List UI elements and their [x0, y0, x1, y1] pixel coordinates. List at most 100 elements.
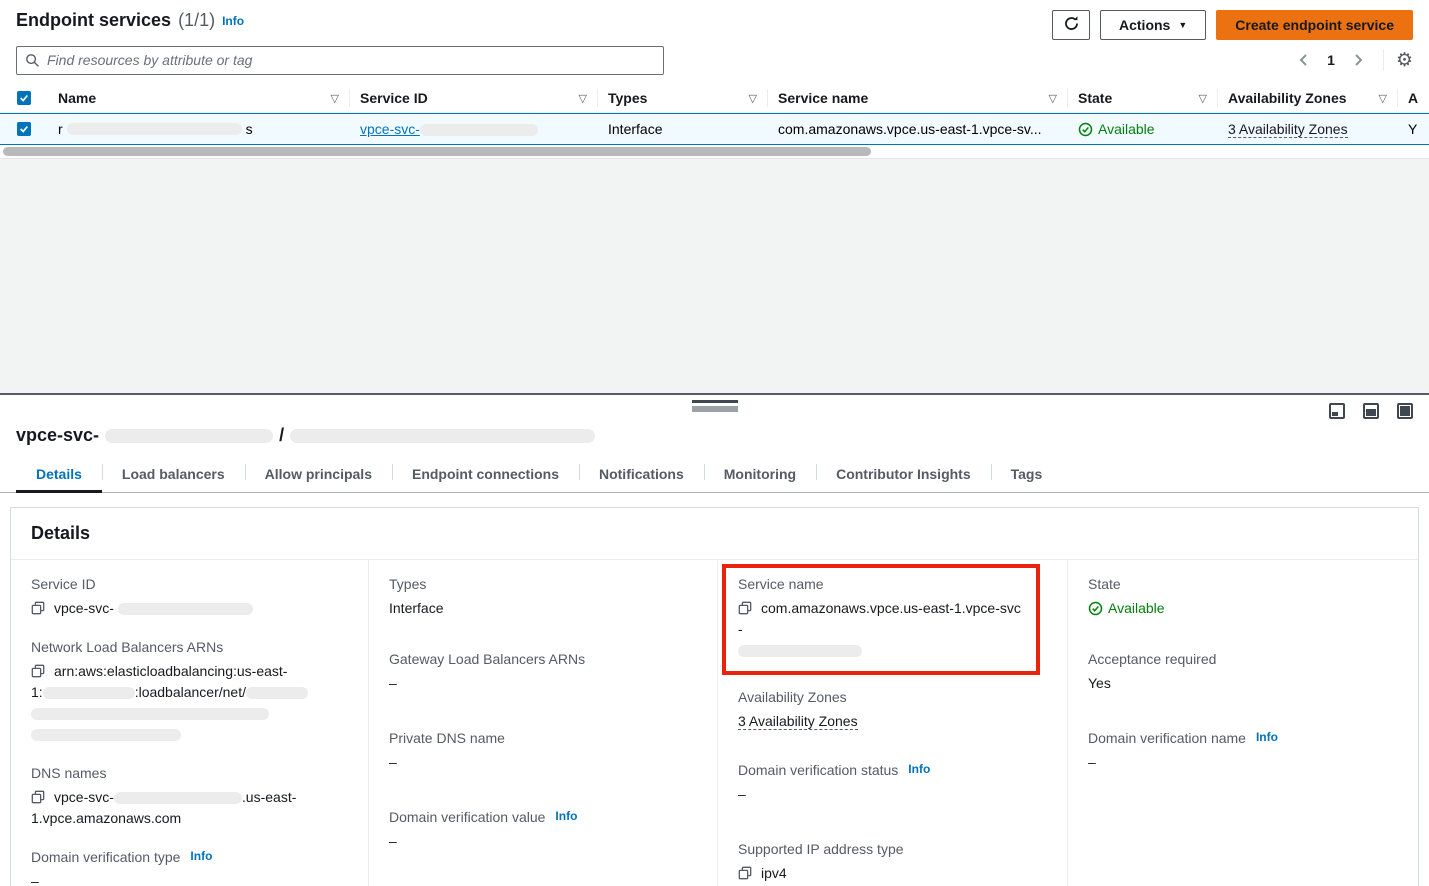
- caret-down-icon: ▼: [1178, 20, 1187, 30]
- filter-icon[interactable]: ▽: [331, 92, 339, 105]
- tab-details[interactable]: Details: [16, 460, 102, 492]
- redacted-title-id: [105, 429, 273, 443]
- current-page-number[interactable]: 1: [1321, 52, 1341, 68]
- service-name-value: com.amazonaws.vpce.us-east-1.vpce-svc-: [738, 600, 1021, 637]
- next-page-button[interactable]: [1345, 50, 1371, 70]
- details-card-title: Details: [11, 508, 1418, 560]
- copy-icon[interactable]: [738, 601, 752, 615]
- field-label: DNS names: [31, 765, 348, 781]
- copy-icon[interactable]: [31, 601, 45, 615]
- field-acceptance-required: Acceptance required Yes: [1088, 651, 1398, 694]
- table-header-row: Name ▽ Service ID ▽ Types ▽ Service name…: [0, 84, 1429, 113]
- tab-monitoring[interactable]: Monitoring: [704, 460, 816, 492]
- row-checkbox[interactable]: [17, 122, 31, 136]
- panel-size-medium-icon[interactable]: [1363, 403, 1379, 419]
- filter-icon[interactable]: ▽: [1199, 92, 1207, 105]
- copy-icon[interactable]: [31, 664, 45, 678]
- column-header-state[interactable]: State ▽: [1068, 89, 1218, 107]
- split-panel-resize-handle[interactable]: [692, 400, 738, 412]
- column-header-availability-zones[interactable]: Availability Zones ▽: [1218, 89, 1398, 107]
- details-column-4: State Available Acceptance required Yes: [1067, 560, 1418, 886]
- field-state: State Available: [1088, 576, 1398, 619]
- name-text: r: [58, 121, 63, 137]
- info-link[interactable]: Info: [222, 14, 244, 28]
- tab-notifications[interactable]: Notifications: [579, 460, 704, 492]
- previous-page-button[interactable]: [1291, 50, 1317, 70]
- redacted-value: [43, 687, 135, 699]
- availability-zones-popover-trigger[interactable]: 3 Availability Zones: [738, 713, 858, 730]
- filter-icon[interactable]: ▽: [1379, 92, 1387, 105]
- types-value: Interface: [389, 598, 697, 619]
- title-group: Endpoint services (1/1) Info: [16, 10, 244, 31]
- copy-icon[interactable]: [31, 790, 45, 804]
- info-link[interactable]: Info: [1256, 730, 1278, 744]
- nlb-arn-line2: :loadbalancer/net/: [135, 684, 246, 700]
- info-link[interactable]: Info: [908, 762, 930, 776]
- redacted-service-id: [420, 124, 538, 136]
- field-label: Domain verification status: [738, 762, 898, 778]
- table-row[interactable]: r s vpce-svc- Interface com.amazonaws.vp…: [0, 113, 1429, 145]
- column-header-service-id[interactable]: Service ID ▽: [350, 89, 598, 107]
- tab-tags[interactable]: Tags: [991, 460, 1063, 492]
- select-all-checkbox[interactable]: [17, 91, 31, 105]
- tab-bar: Details Load balancers Allow principals …: [0, 460, 1429, 493]
- column-label: Service name: [778, 90, 868, 106]
- filter-icon[interactable]: ▽: [749, 92, 757, 105]
- info-link[interactable]: Info: [190, 849, 212, 863]
- field-supported-ip-type: Supported IP address type ipv4: [738, 841, 1047, 884]
- column-label: Service ID: [360, 90, 428, 106]
- cell-service-name: com.amazonaws.vpce.us-east-1.vpce-sv...: [768, 121, 1068, 137]
- dns-name-line1: .us-east-: [242, 789, 296, 805]
- list-header: Endpoint services (1/1) Info Actions ▼ C…: [0, 0, 1429, 40]
- tab-contributor-insights[interactable]: Contributor Insights: [816, 460, 991, 492]
- info-link[interactable]: Info: [555, 809, 577, 823]
- state-badge: Available: [1078, 121, 1155, 137]
- field-glb-arns: Gateway Load Balancers ARNs –: [389, 651, 697, 694]
- empty-value: –: [389, 673, 697, 694]
- empty-value: –: [389, 752, 697, 773]
- row-select-cell: [0, 122, 48, 136]
- actions-button[interactable]: Actions ▼: [1100, 10, 1206, 40]
- copy-icon[interactable]: [738, 866, 752, 880]
- column-header-types[interactable]: Types ▽: [598, 89, 768, 107]
- column-header-name[interactable]: Name ▽: [48, 89, 350, 107]
- field-domain-verification-name: Domain verification name Info –: [1088, 730, 1398, 773]
- tab-allow-principals[interactable]: Allow principals: [245, 460, 392, 492]
- column-header-service-name[interactable]: Service name ▽: [768, 89, 1068, 107]
- filter-icon[interactable]: ▽: [1049, 92, 1057, 105]
- preferences-gear-icon[interactable]: ⚙: [1396, 51, 1413, 70]
- filter-icon[interactable]: ▽: [579, 92, 587, 105]
- create-button-label: Create endpoint service: [1235, 17, 1394, 33]
- panel-size-full-icon[interactable]: [1397, 403, 1413, 419]
- cell-service-id: vpce-svc-: [350, 121, 598, 137]
- field-types: Types Interface: [389, 576, 697, 619]
- field-private-dns-name: Private DNS name –: [389, 730, 697, 773]
- tab-load-balancers[interactable]: Load balancers: [102, 460, 245, 492]
- field-nlb-arns: Network Load Balancers ARNs arn:aws:elas…: [31, 639, 348, 745]
- nlb-arn-line2: 1:: [31, 684, 43, 700]
- select-all-cell: [0, 91, 48, 105]
- search-input[interactable]: [16, 46, 664, 75]
- service-name-text: com.amazonaws.vpce.us-east-1.vpce-sv...: [778, 121, 1042, 137]
- field-availability-zones: Availability Zones 3 Availability Zones: [738, 689, 1047, 732]
- create-endpoint-service-button[interactable]: Create endpoint service: [1216, 10, 1413, 40]
- tab-endpoint-connections[interactable]: Endpoint connections: [392, 460, 579, 492]
- cell-name: r s: [48, 121, 350, 137]
- cell-availability-zones: 3 Availability Zones: [1218, 121, 1398, 138]
- service-id-link[interactable]: vpce-svc-: [360, 121, 538, 137]
- horizontal-scrollbar-thumb[interactable]: [3, 147, 871, 156]
- details-card-body: Service ID vpce-svc- Network Load Balanc…: [11, 560, 1418, 886]
- field-label: Domain verification value: [389, 809, 545, 825]
- divider: [1383, 49, 1384, 71]
- column-label: Types: [608, 90, 647, 106]
- empty-value: –: [31, 871, 348, 886]
- panel-size-small-icon[interactable]: [1329, 403, 1345, 419]
- cell-acceptance: Y: [1398, 121, 1429, 137]
- result-count: (1/1): [178, 10, 215, 31]
- types-text: Interface: [608, 121, 662, 137]
- column-header-acceptance[interactable]: A: [1398, 89, 1429, 107]
- refresh-button[interactable]: [1052, 10, 1090, 40]
- field-domain-verification-status: Domain verification status Info –: [738, 762, 1047, 805]
- field-service-id: Service ID vpce-svc-: [31, 576, 348, 619]
- availability-zones-popover-trigger[interactable]: 3 Availability Zones: [1228, 121, 1348, 138]
